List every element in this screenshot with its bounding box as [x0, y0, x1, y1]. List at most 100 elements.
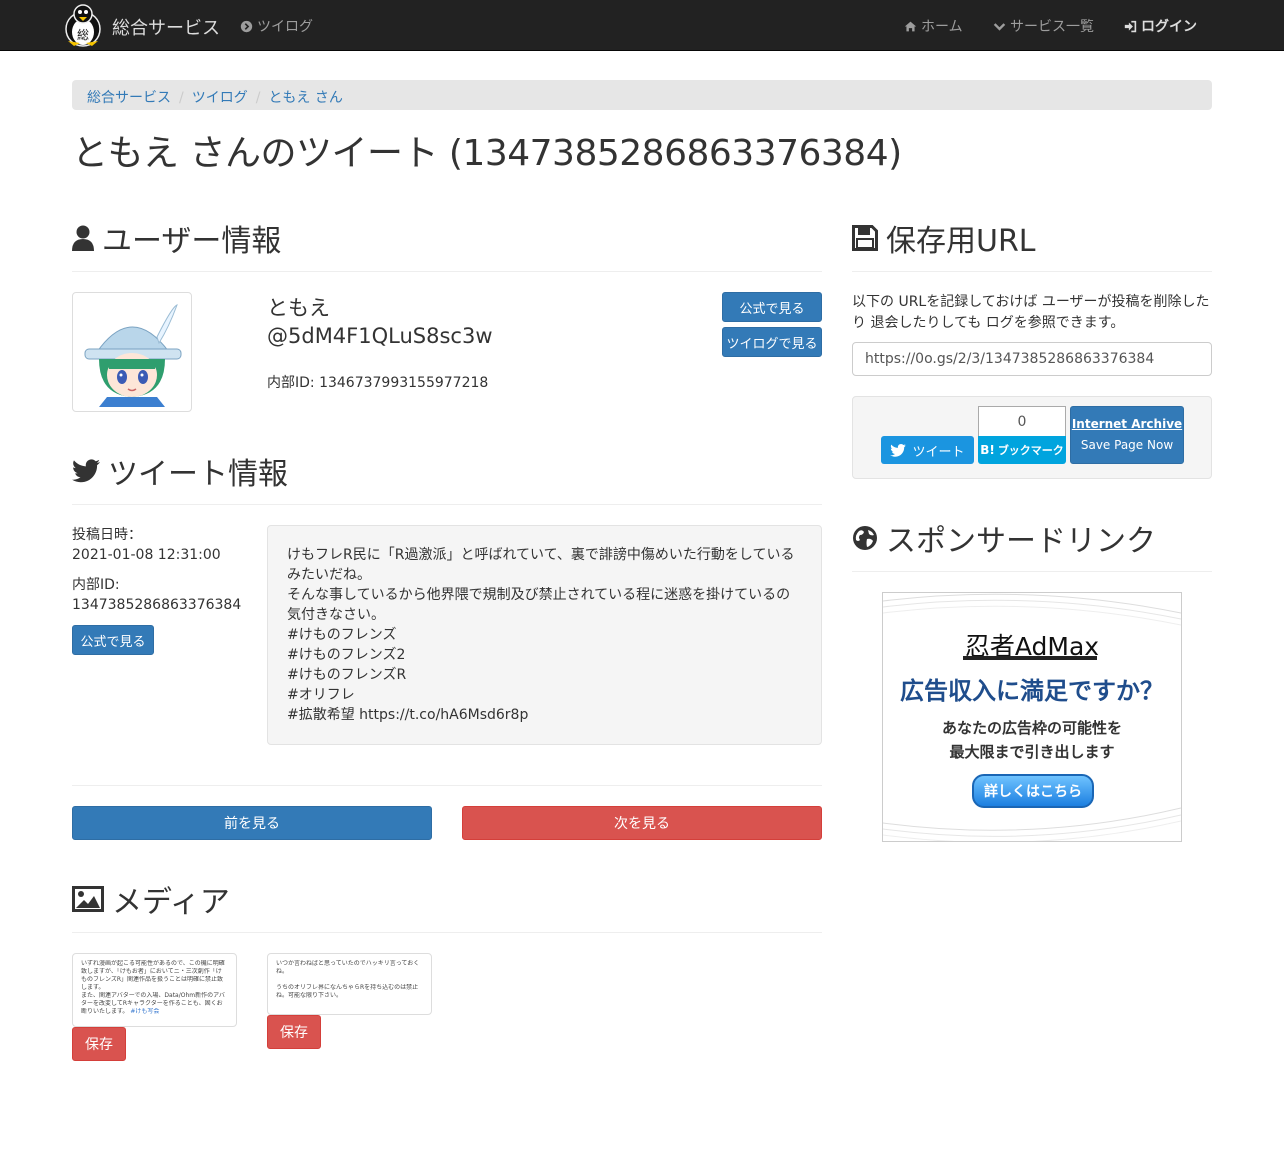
avatar-image	[77, 297, 187, 407]
save-url-input[interactable]	[852, 342, 1212, 376]
save-url-section-title: 保存用URL	[886, 224, 1036, 259]
ad-subtext-line: 最大限まで引き出します	[949, 743, 1115, 761]
avatar[interactable]	[72, 292, 192, 412]
ad-headline: 広告収入に満足ですか？	[900, 677, 1164, 705]
tweet-hashtag: #オリフレ	[287, 687, 355, 703]
tweet-hashtag: #けものフレンズR	[287, 667, 407, 683]
tweet-internal-block: 内部ID: 1347385286863376384	[72, 575, 241, 615]
tweet-internal-value: 1347385286863376384	[72, 597, 242, 613]
breadcrumb-item-top[interactable]: 総合サービス	[87, 90, 171, 106]
thumb-text-line	[276, 976, 423, 984]
thumb-text-line: いずれ漫画が起こる可能性があるので、この機に明確	[81, 960, 225, 967]
chevron-down-icon	[993, 22, 1006, 31]
media-thumbnail-2[interactable]: いつか言わねばと思っていたのでハッキリ言っておく ね。 うちのオリフレ界になんち…	[267, 953, 432, 1015]
thumb-text-line: うちのオリフレ界になんちゃらRを持ち込むのは禁止	[276, 984, 419, 991]
thumb-text-line: します。	[81, 984, 105, 991]
breadcrumb: 総合サービス / ツイログ / ともえ さん	[72, 80, 1212, 110]
divider	[72, 271, 822, 272]
navbar: 総 総合サービス ツイログ ホーム サービス一覧 ログイン	[0, 0, 1284, 51]
thumb-text-line: 致しますが、「けもお者」においてニ・三次創作「け	[81, 968, 222, 975]
ad-subtext-line: あなたの広告枠の可能性を	[941, 719, 1122, 737]
ad-banner[interactable]: 忍者AdMax 広告収入に満足ですか？ あなたの広告枠の可能性を 最大限まで引き…	[882, 592, 1182, 842]
divider	[852, 571, 1212, 572]
thumb-text-line: 断りいたします。 #けも写会	[81, 1008, 228, 1016]
breadcrumb-item-tsuilog[interactable]: ツイログ	[192, 90, 248, 106]
home-icon	[904, 21, 917, 31]
svg-text:総: 総	[77, 28, 89, 42]
tweet-share-button[interactable]: ツイート	[881, 436, 974, 464]
divider	[852, 271, 1212, 272]
tweet-section-heading: ツイート情報	[72, 449, 288, 493]
tweet-hashtag: #けものフレンズ2	[287, 647, 406, 663]
nav-login[interactable]: ログイン	[1124, 16, 1197, 36]
hatena-bookmark-button[interactable]: B! ブックマーク	[978, 436, 1066, 464]
user-official-button[interactable]: 公式で見る	[722, 292, 822, 322]
tweet-text-line: 気付きなさい。	[287, 607, 385, 623]
user-tsuilog-button[interactable]: ツイログで見る	[722, 327, 822, 357]
brand-link[interactable]: 総 総合サービス	[62, 2, 220, 48]
tweet-text-line: そんな事しているから他界隈で規制及び禁止されている程に迷惑を掛けているの	[287, 587, 791, 603]
hatena-bookmark-count: 0	[978, 406, 1066, 436]
internet-archive-subtitle: Save Page Now	[1080, 438, 1174, 452]
user-internal-id: 内部ID: 1346737993155977218	[267, 375, 489, 391]
divider	[72, 932, 822, 933]
image-icon	[72, 886, 104, 912]
internet-archive-title: Internet Archive	[1071, 417, 1183, 431]
tweet-posted-value: 2021-01-08 12:31:00	[72, 547, 221, 563]
tweet-official-button[interactable]: 公式で見る	[72, 625, 154, 655]
breadcrumb-separator: /	[255, 90, 261, 106]
page-title: ともえ さんのツイート (1347385286863376384)	[72, 133, 902, 174]
tweet-section-title: ツイート情報	[108, 457, 288, 492]
tweet-share-label: ツイート	[912, 444, 965, 460]
user-icon	[72, 225, 94, 251]
chevron-circle-right-icon	[240, 20, 253, 32]
internet-archive-button[interactable]: Internet Archive Save Page Now	[1070, 406, 1184, 464]
thumb-text-line: ターを改変してRキャラクターを作ることも、固くお	[81, 1000, 223, 1007]
thumb-text-line: いつか言わねばと思っていたのでハッキリ言っておく	[276, 960, 420, 967]
save-media-2-button[interactable]: 保存	[267, 1015, 321, 1049]
breadcrumb-separator: /	[179, 90, 184, 106]
thumb-text-line: ものフレンズR」関連作品を扱うことは明確に禁止致	[81, 976, 224, 983]
tweet-text-line: みたいだね。	[287, 567, 371, 583]
twitter-bird-icon	[890, 443, 907, 457]
save-media-1-button[interactable]: 保存	[72, 1027, 126, 1061]
floppy-disk-icon	[852, 225, 878, 251]
media-section-heading: メディア	[72, 877, 230, 921]
media-section-title: メディア	[112, 885, 230, 920]
tweet-hashtag-link[interactable]: #拡散希望 https://t.co/hA6Msd6r8p	[287, 705, 802, 725]
user-section-heading: ユーザー情報	[72, 216, 281, 260]
tweet-posted-label: 投稿日時：	[72, 527, 142, 543]
nav-tsuilog[interactable]: ツイログ	[240, 16, 313, 36]
user-screen-name: @5dM4F1QLuS8sc3w	[267, 324, 493, 348]
media-thumbnail-1[interactable]: いずれ漫画が起こる可能性があるので、この機に明確 致しますが、「けもお者」におい…	[72, 953, 237, 1027]
user-section-title: ユーザー情報	[102, 224, 282, 259]
prev-tweet-button[interactable]: 前を見る	[72, 806, 432, 840]
ad-cta-button[interactable]: 詳しくはこちら	[972, 774, 1094, 808]
tweet-text-line: けもフレR民に「R過激派」と呼ばれていて、裏で誹謗中傷めいた行動をしている	[287, 547, 795, 563]
thumb-text-line: ね。可能な限り下さい。	[276, 992, 343, 999]
sign-in-icon	[1124, 20, 1137, 32]
hatena-bookmark-label: ブックマーク	[997, 444, 1064, 457]
nav-tsuilog-label: ツイログ	[257, 19, 313, 35]
nav-home[interactable]: ホーム	[904, 16, 963, 36]
thumb-hashtag: #けも写会	[130, 1008, 160, 1015]
ad-brand-underline	[963, 656, 1097, 660]
breadcrumb-item-user[interactable]: ともえ さん	[268, 90, 342, 106]
sponsor-section-title: スポンサードリンク	[886, 524, 1156, 559]
nav-login-label: ログイン	[1141, 19, 1197, 35]
save-url-description: 以下の URLを記録しておけば ユーザーが投稿を削除したり 退会したりしても ロ…	[852, 294, 1210, 331]
thumb-text-line: ね。	[276, 968, 289, 975]
thumb-text: 断りいたします。	[81, 1008, 129, 1015]
tweet-posted-block: 投稿日時： 2021-01-08 12:31:00	[72, 525, 221, 565]
thumb-text-line: また、関連アバターでの入場、Data/Ohm新作のアバ	[81, 992, 225, 999]
tweet-hashtag: #けものフレンズ	[287, 627, 397, 643]
divider	[72, 785, 822, 786]
globe-icon	[853, 526, 877, 550]
next-tweet-button[interactable]: 次を見る	[462, 806, 822, 840]
tweet-text: けもフレR民に「R過激派」と呼ばれていて、裏で誹謗中傷めいた行動をしている みた…	[267, 525, 822, 745]
hatena-b-icon: B!	[980, 443, 995, 457]
user-display-name: ともえ	[267, 296, 330, 320]
nav-services[interactable]: サービス一覧	[993, 16, 1094, 36]
twitter-bird-icon	[72, 459, 100, 483]
tweet-internal-label: 内部ID:	[72, 577, 120, 593]
